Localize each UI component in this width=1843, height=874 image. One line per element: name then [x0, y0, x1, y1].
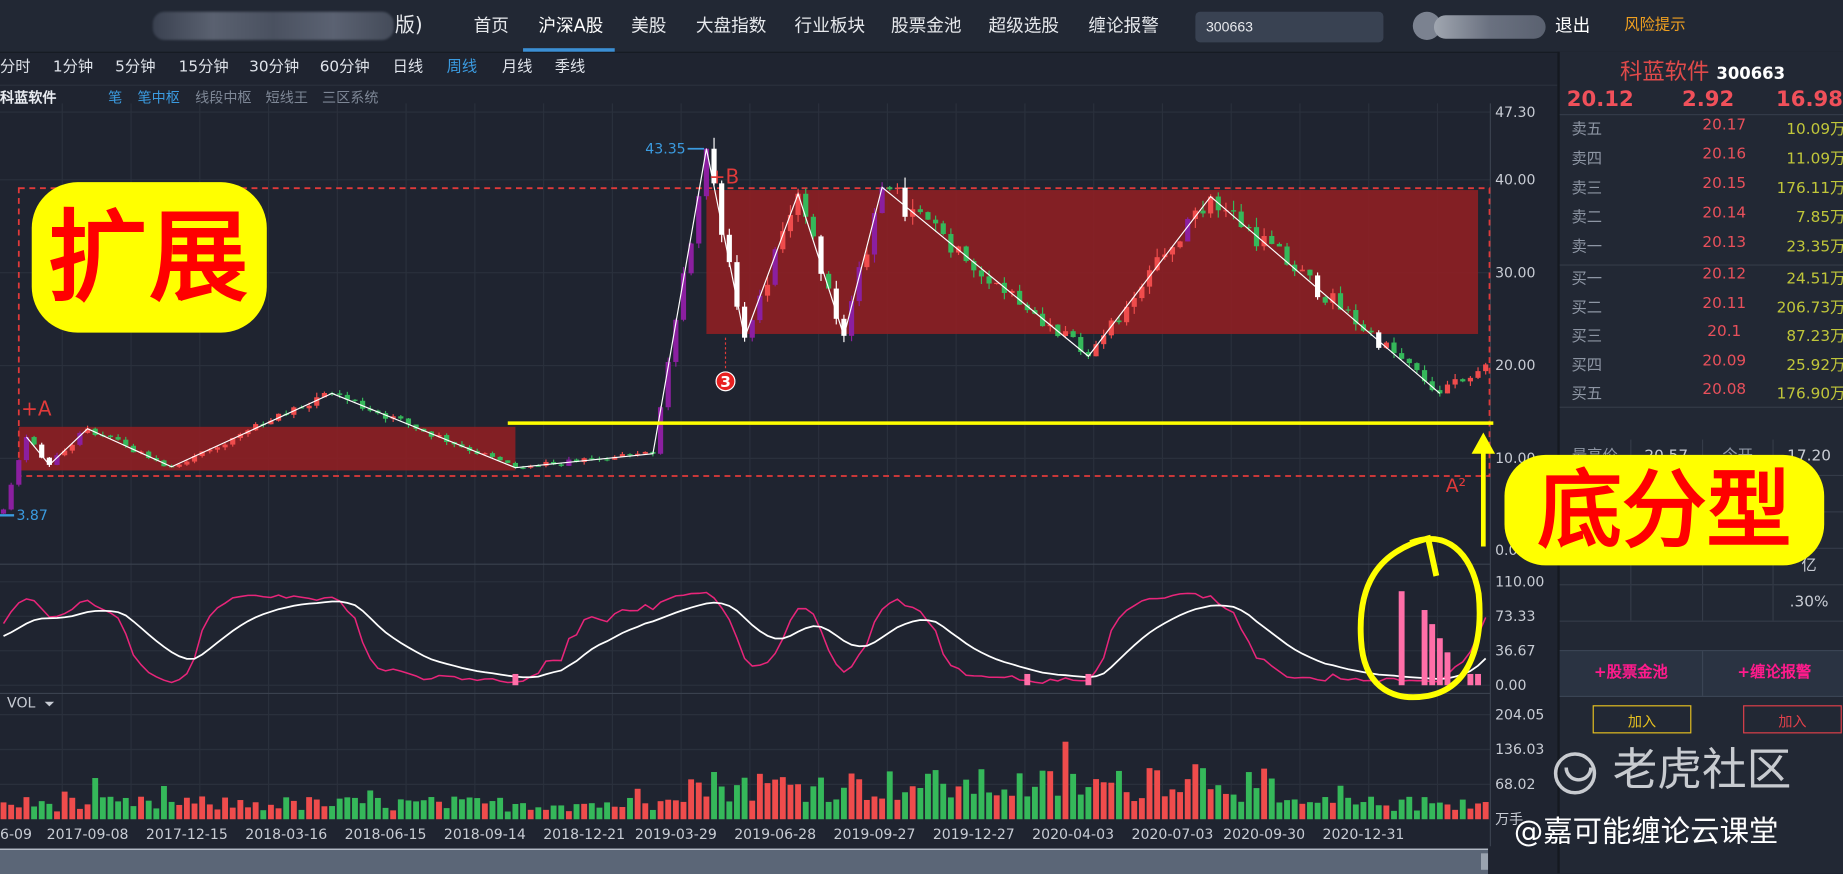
- watermark: 老虎社区: [1553, 733, 1792, 798]
- watermark-text: 老虎社区: [1612, 744, 1792, 796]
- highlight-ellipse: [1357, 534, 1483, 700]
- credit-watermark: @嘉可能缠论云课堂: [1513, 814, 1779, 849]
- app: 47.30 40.00 30.00 20.00 10.00 0.00 110.00 73.33…: [0, 0, 1843, 874]
- tiger-logo-icon: [1553, 751, 1597, 794]
- expand-callout: 扩展: [37, 188, 261, 327]
- up-arrow-icon: [1471, 432, 1496, 454]
- bottom-fractal-callout: 底分型: [1510, 460, 1819, 560]
